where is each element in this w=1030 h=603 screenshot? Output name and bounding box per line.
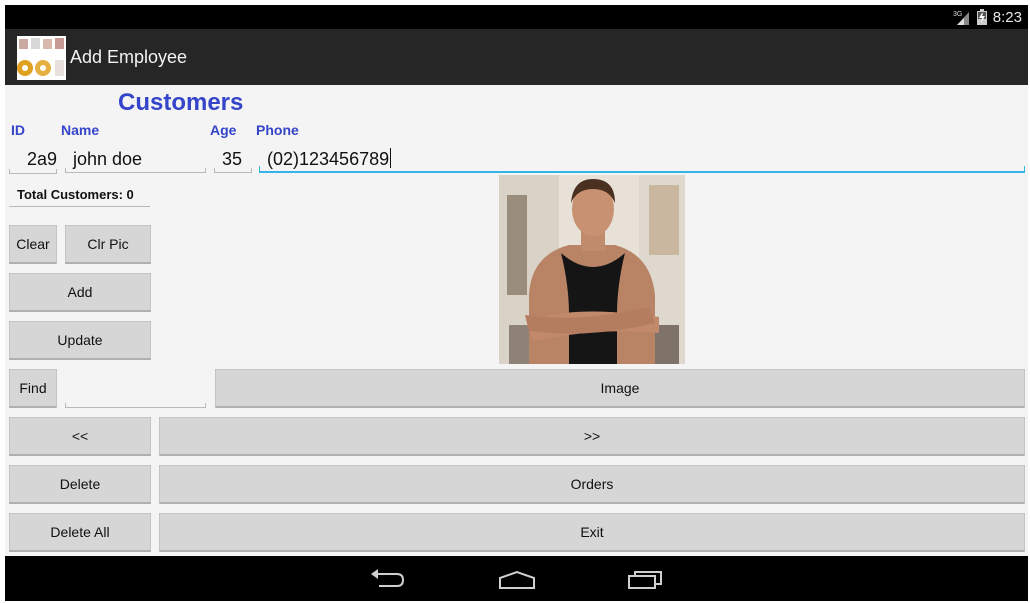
exit-button[interactable]: Exit <box>159 513 1025 552</box>
next-button[interactable]: >> <box>159 417 1025 456</box>
phone-field[interactable]: (02)123456789 <box>259 145 1025 173</box>
clock: 8:23 <box>992 8 1022 26</box>
id-field[interactable]: 2a9 <box>9 145 57 174</box>
customer-photo <box>499 175 685 364</box>
find-button[interactable]: Find <box>9 369 57 408</box>
age-label: Age <box>210 122 237 138</box>
form-heading: Customers <box>118 89 244 116</box>
page-title: Add Employee <box>70 47 188 67</box>
name-label: Name <box>61 122 100 138</box>
recent-apps-icon[interactable] <box>627 570 663 590</box>
back-icon[interactable] <box>369 568 405 590</box>
total-customers: Total Customers: 0 <box>9 185 150 207</box>
status-bar: 3G 8:23 <box>5 5 1028 29</box>
image-button[interactable]: Image <box>215 369 1025 408</box>
cups-and-donuts-icon[interactable] <box>17 36 66 80</box>
previous-button[interactable]: << <box>9 417 151 456</box>
phone-label: Phone <box>256 122 299 138</box>
text-caret <box>390 148 392 168</box>
age-field[interactable]: 35 <box>214 145 252 173</box>
signal-3g-icon: 3G <box>953 11 969 25</box>
phone-value: (02)123456789 <box>267 149 390 169</box>
add-button[interactable]: Add <box>9 273 151 312</box>
clear-button[interactable]: Clear <box>9 225 57 264</box>
device-screen: 3G 8:23 Add Employee Customers ID Name A… <box>5 5 1028 601</box>
age-value: 35 <box>222 149 243 169</box>
home-icon[interactable] <box>498 570 536 590</box>
id-value: 2a9 <box>26 149 57 169</box>
name-value: john doe <box>73 149 143 169</box>
svg-text:3G: 3G <box>953 11 962 18</box>
delete-all-button[interactable]: Delete All <box>9 513 151 552</box>
orders-button[interactable]: Orders <box>159 465 1025 504</box>
navigation-bar <box>5 556 1028 601</box>
action-bar: Add Employee <box>5 29 1028 85</box>
status-icons: 3G 8:23 <box>953 8 1022 26</box>
battery-charging-icon <box>976 9 987 25</box>
find-input[interactable] <box>65 370 206 408</box>
delete-button[interactable]: Delete <box>9 465 151 504</box>
update-button[interactable]: Update <box>9 321 151 360</box>
clear-picture-button[interactable]: Clr Pic <box>65 225 151 264</box>
id-label: ID <box>11 122 25 138</box>
name-field[interactable]: john doe <box>65 145 206 173</box>
